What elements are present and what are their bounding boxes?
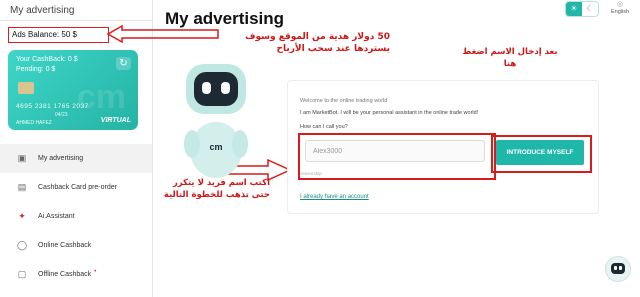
arrow-left-icon xyxy=(106,24,219,44)
annotation-balance-note: 50 دولار هدية من الموقع وسوف يستردها عند… xyxy=(245,32,390,54)
robot-icon xyxy=(611,263,625,274)
existing-account-link[interactable]: I already have an account xyxy=(300,194,369,200)
input-highlight xyxy=(298,133,496,180)
name-question: How can I call you? xyxy=(300,124,348,130)
welcome-text: Welcome to the online trading world xyxy=(300,98,388,104)
button-highlight xyxy=(491,135,592,173)
intro-text: I am MarketBot. I will be your personal … xyxy=(300,110,479,116)
robot-illustration: cm xyxy=(184,64,248,178)
chatbot-avatar[interactable] xyxy=(605,256,631,282)
annotation-button-note: بعد إدخال الاسم اضغط هنا xyxy=(462,47,558,69)
robot-badge: cm xyxy=(209,142,222,152)
